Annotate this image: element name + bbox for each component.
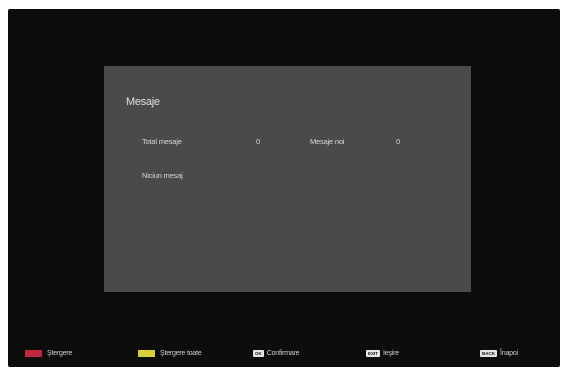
red-key-icon	[25, 349, 42, 357]
total-messages-label: Total mesaje	[142, 137, 182, 146]
confirm-label: Confirmare	[266, 349, 300, 357]
panel-title: Mesaje	[126, 96, 160, 108]
new-messages-label: Mesaje noi	[310, 137, 345, 146]
exit-button[interactable]: EXIT Ieşire	[366, 347, 399, 359]
confirm-button[interactable]: OK Confirmare	[253, 347, 300, 359]
button-legend: Ştergere Ştergere toate OK Confirmare EX…	[8, 347, 560, 361]
ok-key-icon: OK	[253, 349, 264, 357]
delete-button[interactable]: Ştergere	[25, 347, 72, 359]
tv-screen: Mesaje Total mesaje 0 Mesaje noi 0 Niciu…	[8, 9, 560, 367]
back-button[interactable]: BACK Înapoi	[480, 347, 518, 359]
exit-key-icon: EXIT	[366, 349, 381, 357]
back-key-icon: BACK	[480, 349, 497, 357]
empty-message-text: Niciun mesaj	[142, 171, 183, 180]
yellow-key-icon	[138, 349, 155, 357]
delete-label: Ştergere	[47, 349, 73, 357]
total-messages-value: 0	[256, 137, 260, 146]
new-messages-value: 0	[396, 137, 400, 146]
exit-label: Ieşire	[383, 349, 399, 357]
messages-panel: Mesaje Total mesaje 0 Mesaje noi 0 Niciu…	[104, 66, 471, 292]
back-label: Înapoi	[500, 349, 518, 357]
delete-all-label: Ştergere toate	[160, 349, 202, 357]
delete-all-button[interactable]: Ştergere toate	[138, 347, 202, 359]
